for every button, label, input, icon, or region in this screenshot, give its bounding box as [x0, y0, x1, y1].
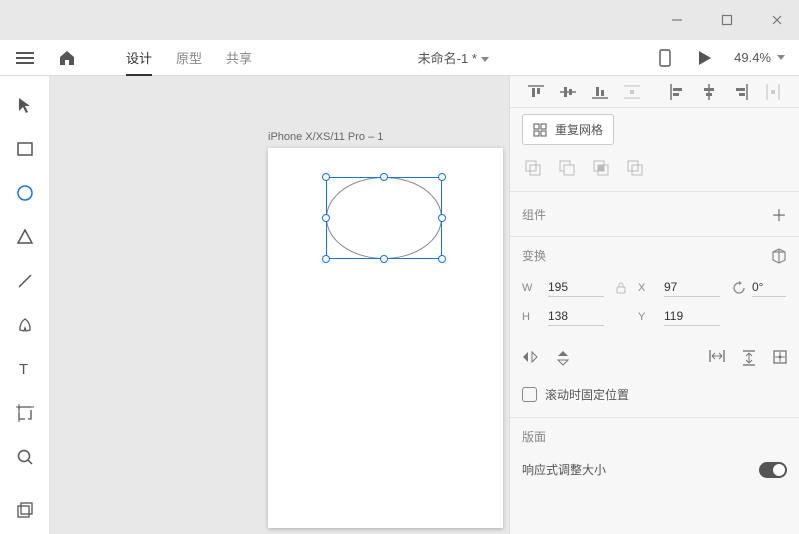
filename[interactable]: 未命名-1 *	[252, 48, 654, 67]
constrain-height-icon[interactable]	[743, 350, 755, 366]
bool-exclude-icon[interactable]	[624, 157, 646, 179]
play-icon[interactable]	[694, 50, 716, 66]
bool-add-icon[interactable]	[522, 157, 544, 179]
y-label: Y	[638, 311, 652, 323]
y-input[interactable]	[664, 307, 720, 326]
artboard-label[interactable]: iPhone X/XS/11 Pro – 1	[268, 131, 383, 143]
align-bottom-icon[interactable]	[584, 78, 616, 106]
lock-aspect-icon[interactable]	[616, 282, 626, 294]
transform-header: 变换	[522, 247, 546, 264]
rotate-icon[interactable]	[732, 281, 746, 295]
align-left-icon[interactable]	[661, 78, 693, 106]
bool-subtract-icon[interactable]	[556, 157, 578, 179]
repeat-grid-button[interactable]: 重复网格	[522, 114, 614, 145]
w-label: W	[522, 282, 536, 294]
window-minimize[interactable]	[663, 6, 691, 34]
home-icon[interactable]	[56, 50, 78, 66]
align-vcenter-icon[interactable]	[552, 78, 584, 106]
selection-bounds[interactable]	[326, 177, 442, 259]
resize-handle[interactable]	[380, 255, 388, 263]
menu-icon[interactable]	[14, 51, 36, 65]
resize-handle[interactable]	[322, 255, 330, 263]
x-input[interactable]	[664, 278, 720, 297]
tab-prototype[interactable]: 原型	[176, 40, 202, 75]
flip-h-icon[interactable]	[522, 350, 538, 366]
h-label: H	[522, 311, 536, 323]
window-maximize[interactable]	[713, 6, 741, 34]
resize-handle[interactable]	[380, 173, 388, 181]
artboard[interactable]	[268, 148, 503, 528]
align-top-icon[interactable]	[520, 78, 552, 106]
inspector-panel: 重复网格 组件 ＋ 变换 W X	[509, 76, 799, 534]
flip-v-icon[interactable]	[556, 350, 570, 366]
artboard-tool[interactable]	[14, 402, 36, 424]
select-tool[interactable]	[14, 94, 36, 116]
resize-handle[interactable]	[438, 173, 446, 181]
align-hcenter-icon[interactable]	[693, 78, 725, 106]
resize-handle[interactable]	[438, 255, 446, 263]
assets-icon[interactable]	[14, 500, 36, 522]
svg-text:T: T	[19, 361, 28, 378]
canvas[interactable]: iPhone X/XS/11 Pro – 1	[50, 76, 509, 534]
polygon-tool[interactable]	[14, 226, 36, 248]
width-input[interactable]	[548, 278, 604, 297]
distribute-v-icon	[616, 78, 648, 106]
fix-on-scroll-label: 滚动时固定位置	[545, 386, 629, 403]
resize-handle[interactable]	[322, 214, 330, 222]
layout-header: 版面	[522, 428, 546, 445]
ellipse-tool[interactable]	[14, 182, 36, 204]
x-label: X	[638, 282, 652, 294]
responsive-resize-toggle[interactable]	[759, 462, 787, 478]
component-header: 组件	[522, 206, 546, 223]
device-preview-icon[interactable]	[654, 49, 676, 67]
align-right-icon[interactable]	[725, 78, 757, 106]
add-component-icon[interactable]: ＋	[771, 202, 787, 226]
tab-design[interactable]: 设计	[126, 40, 152, 75]
transform-3d-icon[interactable]	[771, 248, 787, 264]
pen-tool[interactable]	[14, 314, 36, 336]
line-tool[interactable]	[14, 270, 36, 292]
window-close[interactable]	[763, 6, 791, 34]
zoom-tool[interactable]	[14, 446, 36, 468]
zoom-dropdown[interactable]: 49.4%	[734, 50, 785, 65]
bool-intersect-icon[interactable]	[590, 157, 612, 179]
resize-handle[interactable]	[322, 173, 330, 181]
repeat-grid-label: 重复网格	[555, 121, 603, 138]
fix-on-scroll-checkbox[interactable]	[522, 387, 537, 402]
height-input[interactable]	[548, 307, 604, 326]
constrain-both-icon[interactable]	[773, 350, 787, 366]
rotation-input[interactable]	[752, 278, 786, 297]
responsive-resize-label: 响应式调整大小	[522, 461, 606, 478]
distribute-h-icon	[757, 78, 789, 106]
resize-handle[interactable]	[438, 214, 446, 222]
tab-share[interactable]: 共享	[226, 40, 252, 75]
rectangle-tool[interactable]	[14, 138, 36, 160]
constrain-width-icon[interactable]	[709, 350, 725, 366]
text-tool[interactable]: T	[14, 358, 36, 380]
